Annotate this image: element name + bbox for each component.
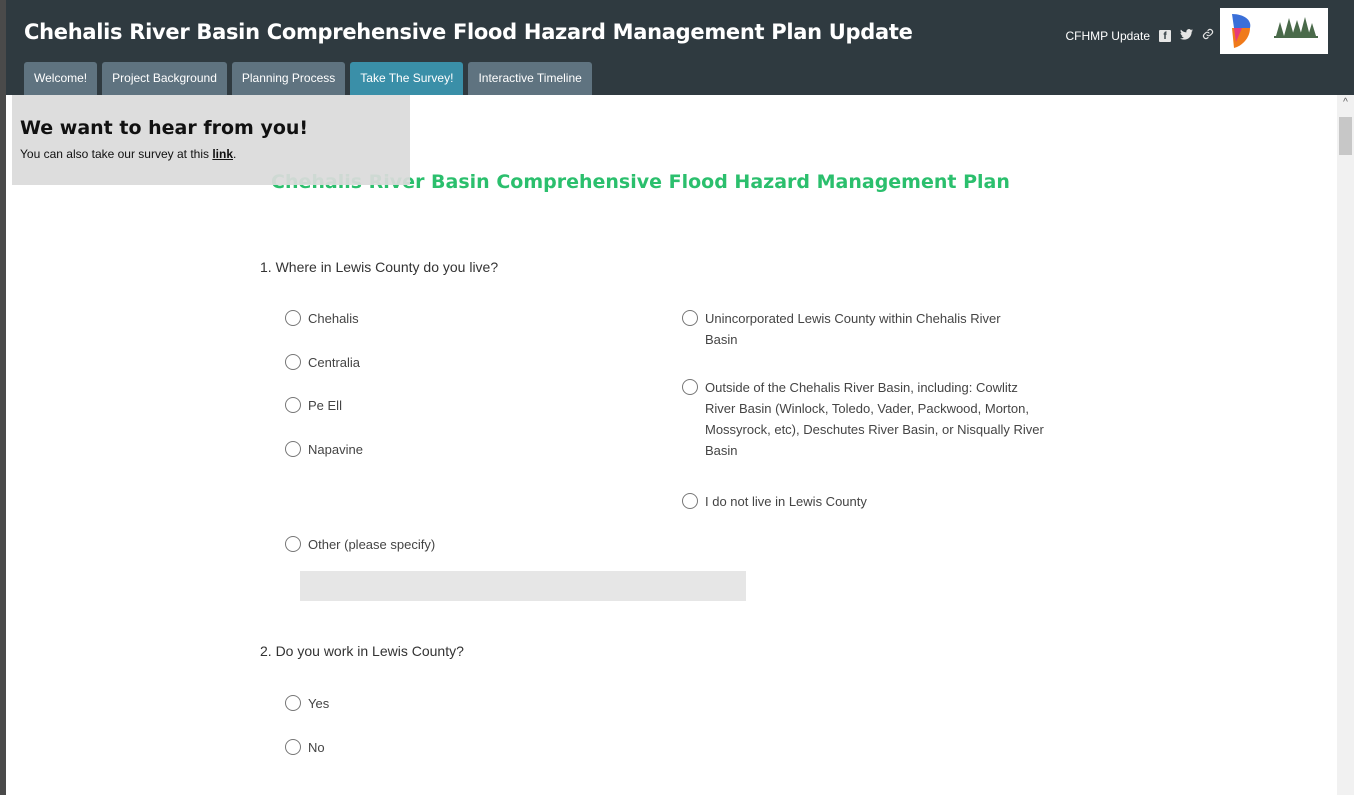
link-icon[interactable]: [1202, 28, 1214, 43]
option-chehalis[interactable]: Chehalis: [285, 308, 359, 329]
survey-content: Chehalis River Basin Comprehensive Flood…: [6, 95, 1354, 795]
lewis-county-logo-icon: [1274, 17, 1318, 38]
site-label[interactable]: CFHMP Update: [1066, 29, 1150, 43]
scrollbar-thumb[interactable]: [1339, 117, 1352, 155]
tab-interactive-timeline[interactable]: Interactive Timeline: [468, 62, 592, 95]
logo-panel: [1220, 8, 1328, 54]
info-panel: We want to hear from you! You can also t…: [12, 95, 410, 185]
option-unincorporated[interactable]: Unincorporated Lewis County within Cheha…: [682, 308, 1032, 350]
scroll-up-icon[interactable]: ^: [1337, 97, 1354, 113]
vertical-scrollbar[interactable]: ^: [1337, 95, 1354, 795]
option-centralia[interactable]: Centralia: [285, 352, 360, 373]
question-1: 1. Where in Lewis County do you live?: [260, 259, 499, 275]
header-actions: CFHMP Update f: [1066, 28, 1214, 43]
option-yes[interactable]: Yes: [285, 693, 329, 714]
option-pe-ell[interactable]: Pe Ell: [285, 395, 342, 416]
option-other[interactable]: Other (please specify): [285, 534, 435, 555]
option-not-lewis-county[interactable]: I do not live in Lewis County: [682, 491, 867, 512]
option-no[interactable]: No: [285, 737, 325, 758]
radio-button[interactable]: [285, 397, 301, 413]
radio-button[interactable]: [285, 536, 301, 552]
tab-project-background[interactable]: Project Background: [102, 62, 227, 95]
info-heading: We want to hear from you!: [20, 117, 309, 139]
radio-button[interactable]: [285, 441, 301, 457]
tab-take-the-survey[interactable]: Take The Survey!: [350, 62, 464, 95]
site-title: Chehalis River Basin Comprehensive Flood…: [24, 20, 913, 44]
option-outside-basin[interactable]: Outside of the Chehalis River Basin, inc…: [682, 377, 1048, 461]
tab-planning-process[interactable]: Planning Process: [231, 62, 346, 95]
radio-button[interactable]: [285, 310, 301, 326]
info-text: You can also take our survey at this lin…: [20, 147, 237, 161]
app-window: Chehalis River Basin Comprehensive Flood…: [0, 0, 1354, 795]
radio-button[interactable]: [285, 739, 301, 755]
facebook-icon[interactable]: f: [1159, 29, 1171, 42]
site-header: Chehalis River Basin Comprehensive Flood…: [6, 0, 1354, 95]
survey-link[interactable]: link: [212, 147, 233, 161]
brand-logo-icon: [1232, 14, 1251, 48]
question-2: 2. Do you work in Lewis County?: [260, 643, 464, 659]
radio-button[interactable]: [285, 695, 301, 711]
twitter-icon[interactable]: [1180, 28, 1193, 43]
radio-button[interactable]: [682, 493, 698, 509]
radio-button[interactable]: [285, 354, 301, 370]
radio-button[interactable]: [682, 310, 698, 326]
nav-tabs: Welcome! Project Background Planning Pro…: [24, 62, 592, 95]
option-napavine[interactable]: Napavine: [285, 439, 363, 460]
other-specify-input[interactable]: [300, 571, 746, 601]
tab-welcome[interactable]: Welcome!: [24, 62, 98, 95]
radio-button[interactable]: [682, 379, 698, 395]
